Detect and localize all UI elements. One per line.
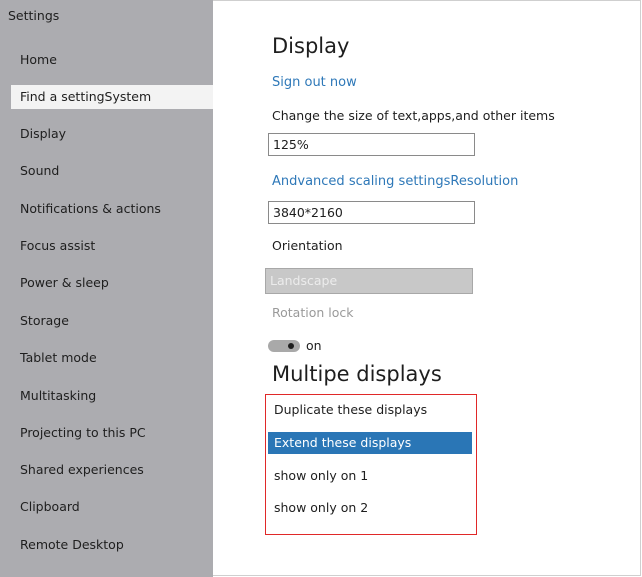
sidebar-item-sound[interactable]: Sound bbox=[0, 159, 213, 183]
orientation-dropdown: Landscape bbox=[265, 268, 473, 294]
multiple-displays-listbox[interactable]: Duplicate these displays Extend these di… bbox=[265, 394, 477, 535]
advanced-scaling-link[interactable]: Andvanced scaling settingsResolution bbox=[272, 174, 518, 189]
rotation-lock-toggle[interactable] bbox=[268, 340, 300, 352]
option-show-only-1[interactable]: show only on 1 bbox=[268, 465, 472, 487]
page-title: Display bbox=[272, 34, 350, 58]
scale-field[interactable]: 125% bbox=[268, 133, 475, 156]
main-content: Display Sign out now Change the size of … bbox=[213, 0, 642, 577]
sidebar-item-storage[interactable]: Storage bbox=[0, 309, 213, 333]
multiple-displays-title: Multipe displays bbox=[272, 362, 442, 386]
scale-label: Change the size of text,apps,and other i… bbox=[272, 108, 555, 123]
sidebar: Settings Home Find a settingSystem Displ… bbox=[0, 0, 213, 577]
sidebar-item-tablet-mode[interactable]: Tablet mode bbox=[0, 346, 213, 370]
resolution-field[interactable]: 3840*2160 bbox=[268, 201, 475, 224]
sidebar-item-multitasking[interactable]: Multitasking bbox=[0, 384, 213, 408]
rotation-lock-label: Rotation lock bbox=[272, 305, 354, 320]
option-show-only-2[interactable]: show only on 2 bbox=[268, 497, 472, 519]
sidebar-item-display[interactable]: Display bbox=[0, 122, 213, 146]
sidebar-item-power-sleep[interactable]: Power & sleep bbox=[0, 271, 213, 295]
option-duplicate-displays[interactable]: Duplicate these displays bbox=[268, 399, 472, 421]
sidebar-item-shared-experiences[interactable]: Shared experiences bbox=[0, 458, 213, 482]
sidebar-item-home[interactable]: Home bbox=[0, 48, 213, 72]
option-extend-displays[interactable]: Extend these displays bbox=[268, 432, 472, 454]
sidebar-item-clipboard[interactable]: Clipboard bbox=[0, 495, 213, 519]
sign-out-link[interactable]: Sign out now bbox=[272, 75, 357, 90]
orientation-label: Orientation bbox=[272, 238, 343, 253]
sidebar-item-remote-desktop[interactable]: Remote Desktop bbox=[0, 533, 213, 557]
toggle-knob bbox=[288, 343, 294, 349]
sidebar-title: Settings bbox=[8, 8, 60, 23]
sidebar-item-notifications[interactable]: Notifications & actions bbox=[0, 197, 213, 221]
sidebar-item-projecting[interactable]: Projecting to this PC bbox=[0, 421, 213, 445]
sidebar-item-find-a-setting[interactable]: Find a settingSystem bbox=[11, 85, 213, 109]
toggle-state-label: on bbox=[306, 338, 322, 353]
sidebar-item-focus-assist[interactable]: Focus assist bbox=[0, 234, 213, 258]
